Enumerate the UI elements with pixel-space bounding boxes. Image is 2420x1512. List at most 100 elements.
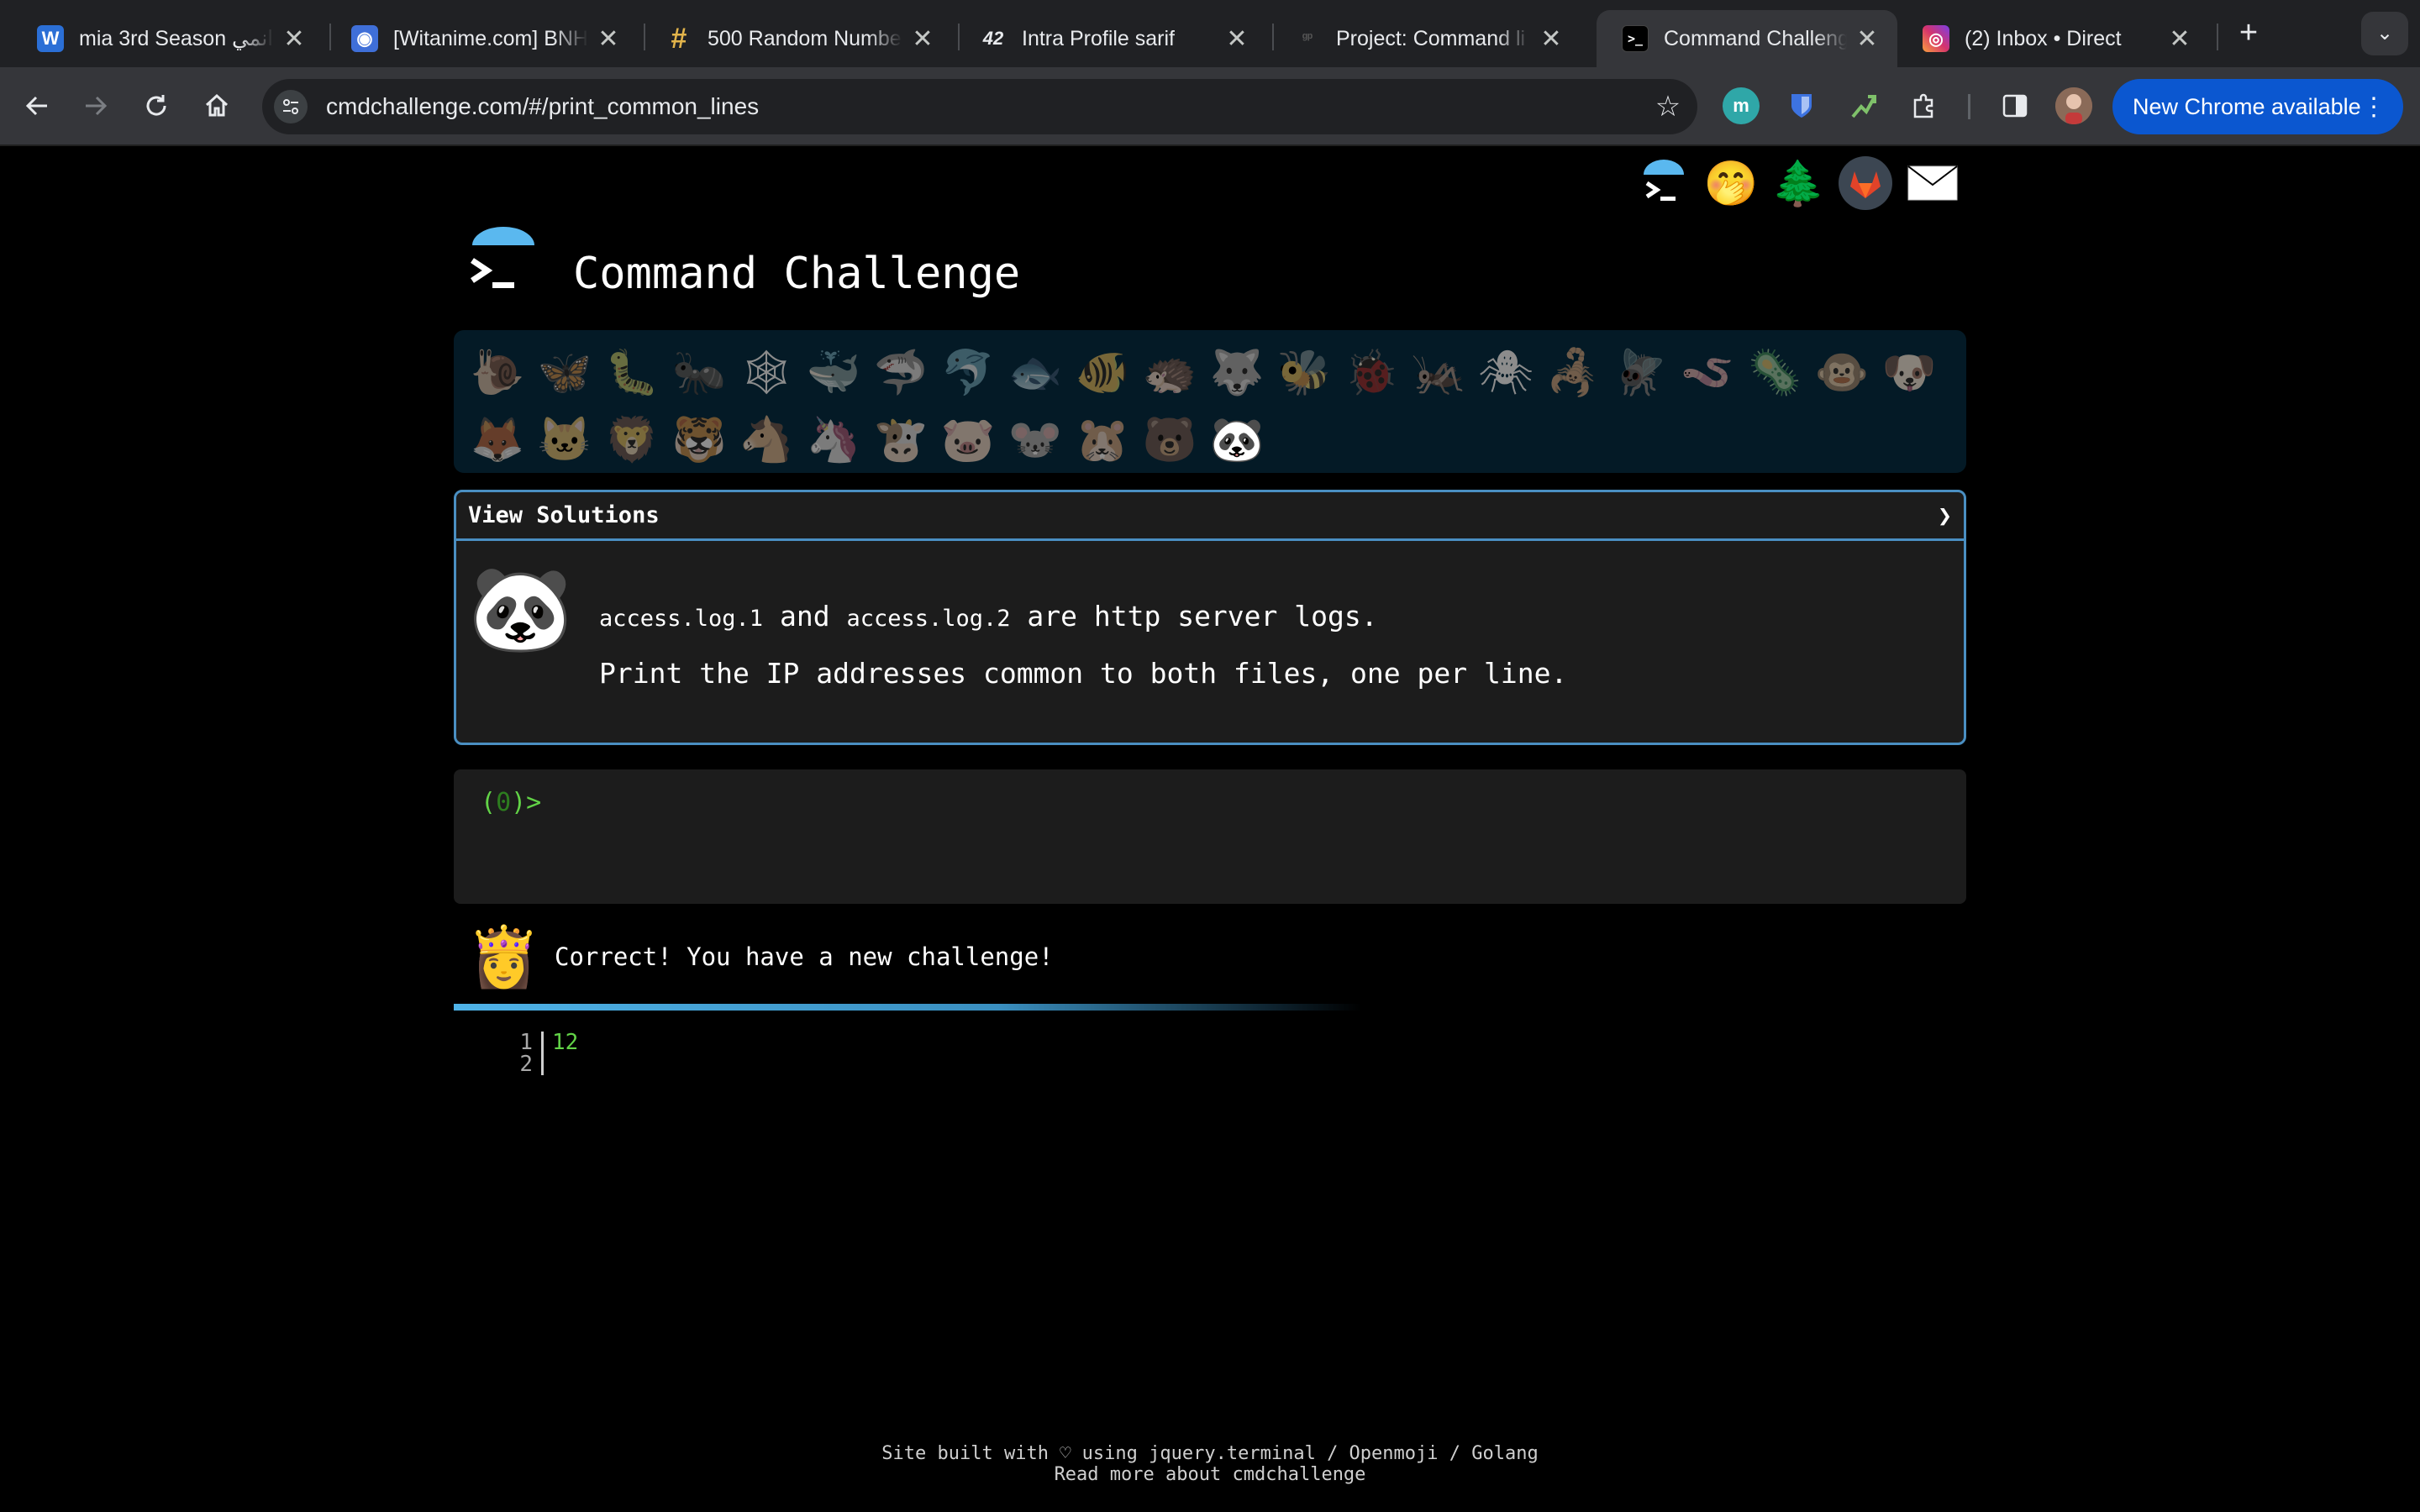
witanime-favicon-icon: W: [37, 25, 64, 52]
toolbar-divider: [1968, 94, 1970, 119]
hint-emoji-icon[interactable]: 🤭: [1704, 156, 1759, 210]
site-logo[interactable]: [467, 227, 539, 299]
challenge-icon[interactable]: 🐷: [934, 406, 1002, 473]
challenge-icon[interactable]: 🐱: [531, 406, 598, 473]
home-button[interactable]: [195, 84, 239, 128]
challenge-icon[interactable]: 🐯: [666, 406, 733, 473]
address-bar[interactable]: cmdchallenge.com/#/print_common_lines ☆: [262, 79, 1697, 134]
challenge-icon[interactable]: 🦈: [867, 339, 934, 406]
gutter: [541, 1032, 544, 1053]
tree-icon[interactable]: 🌲: [1771, 156, 1826, 210]
url-text[interactable]: cmdchallenge.com/#/print_common_lines: [326, 93, 1647, 120]
tab-title: (2) Inbox • Direct: [1965, 26, 2122, 50]
terminal-link-icon[interactable]: [1637, 156, 1691, 210]
close-tab-icon[interactable]: ✕: [2166, 24, 2193, 54]
challenge-icon[interactable]: 🐟: [1002, 339, 1069, 406]
challenge-icon[interactable]: 🦁: [598, 406, 666, 473]
challenge-icon[interactable]: 🐝: [1270, 339, 1338, 406]
witanime-favicon-icon: ◉: [351, 25, 378, 52]
close-tab-icon[interactable]: ✕: [595, 24, 622, 54]
bitwarden-extension-icon[interactable]: [1783, 87, 1820, 124]
tab-witanime-2[interactable]: ◉ [Witanime.com] BNH ✕: [326, 10, 639, 67]
tab-strip: W mia 3rd Season انمي ✕ ◉ [Witanime.com]…: [0, 0, 2420, 67]
email-icon[interactable]: [1906, 156, 1960, 210]
gitlab-icon[interactable]: [1839, 156, 1892, 210]
and-text: and: [779, 600, 830, 633]
challenge-icon[interactable]: 🐠: [1069, 339, 1136, 406]
close-tab-icon[interactable]: ✕: [909, 24, 936, 54]
challenge-icon[interactable]: 🕷: [1472, 339, 1539, 406]
challenge-icon[interactable]: 🦂: [1539, 339, 1607, 406]
terminal-input[interactable]: (0)>: [454, 769, 1966, 904]
challenge-icon[interactable]: 🐶: [1876, 339, 1943, 406]
tab-intra-profile[interactable]: 42 Intra Profile sarif ✕: [955, 10, 1267, 67]
tab-title: Project: Command li: [1336, 26, 1526, 50]
close-tab-icon[interactable]: ✕: [1223, 24, 1250, 54]
challenge-icon[interactable]: 🐮: [867, 406, 934, 473]
challenge-icon[interactable]: 🦋: [531, 339, 598, 406]
terminal-favicon-icon: >_: [1622, 25, 1649, 52]
site-settings-icon[interactable]: [274, 90, 308, 123]
tab-title: Command Challenge: [1664, 26, 1847, 50]
extension-m-icon[interactable]: m: [1723, 87, 1760, 124]
chart-extension-icon[interactable]: [1845, 87, 1882, 124]
tab-witanime-1[interactable]: W mia 3rd Season انمي ✕: [12, 10, 324, 67]
challenge-icon[interactable]: 🕸: [733, 339, 800, 406]
challenge-icon[interactable]: 🐭: [1002, 406, 1069, 473]
result-message: 👸 Correct! You have a new challenge!: [467, 919, 1053, 995]
challenge-icon[interactable]: 🐛: [598, 339, 666, 406]
challenge-current-icon[interactable]: 🐼: [1203, 406, 1270, 473]
shield-icon: [1791, 94, 1812, 118]
challenge-icon[interactable]: 🐵: [1808, 339, 1876, 406]
project-favicon-icon: ᵍᵖ: [1302, 31, 1313, 45]
profile-avatar[interactable]: [2055, 87, 2092, 124]
page-content: 🤭 🌲 Command Challenge 🐌 🦋 🐛 🐜 🕸 🐳 🦈 🐬 🐟 🐠 🦔 🐺 🐝 🐞 🦗 🕷 🦂 🪰…: [0, 148, 2420, 1512]
challenge-icon[interactable]: 🐞: [1338, 339, 1405, 406]
side-panel-button[interactable]: [1996, 87, 2033, 124]
challenge-icon[interactable]: 🪱: [1674, 339, 1741, 406]
challenge-icon[interactable]: 🦄: [800, 406, 867, 473]
progress-bar: [454, 1004, 1966, 1011]
extensions-puzzle-icon[interactable]: [1906, 87, 1943, 124]
challenge-icon[interactable]: 🦔: [1136, 339, 1203, 406]
challenge-icon[interactable]: 🐳: [800, 339, 867, 406]
challenge-icon[interactable]: 🐴: [733, 406, 800, 473]
close-tab-icon[interactable]: ✕: [1854, 24, 1881, 54]
more-menu-icon[interactable]: ⋮: [2361, 92, 2386, 122]
update-label: New Chrome available: [2133, 93, 2361, 119]
challenge-icon[interactable]: 🐬: [934, 339, 1002, 406]
challenge-icon[interactable]: 🦗: [1405, 339, 1472, 406]
challenge-icon[interactable]: 🦊: [464, 406, 531, 473]
bookmark-star-icon[interactable]: ☆: [1647, 90, 1689, 123]
tab-instagram-inbox[interactable]: ◎ (2) Inbox • Direct ✕: [1897, 10, 2210, 67]
filename-1: access.log.1: [599, 606, 764, 632]
footer-about-link[interactable]: Read more about cmdchallenge: [0, 1464, 2420, 1485]
close-tab-icon[interactable]: ✕: [1538, 24, 1565, 54]
tab-search-button[interactable]: ⌄: [2361, 12, 2408, 55]
challenge-icon[interactable]: 🐹: [1069, 406, 1136, 473]
view-solutions-toggle[interactable]: View Solutions ❯: [456, 492, 1964, 541]
challenge-icon[interactable]: 🐺: [1203, 339, 1270, 406]
challenge-icon[interactable]: 🪰: [1607, 339, 1674, 406]
tab-title: [Witanime.com] BNH: [393, 26, 588, 50]
close-tab-icon[interactable]: ✕: [281, 24, 308, 54]
back-button[interactable]: [15, 84, 59, 128]
reload-button[interactable]: [134, 84, 178, 128]
gutter: [541, 1053, 544, 1075]
command-output: 1 12 2: [504, 1032, 578, 1075]
new-tab-button[interactable]: +: [2232, 17, 2265, 50]
terminal-prompt: (0)>: [481, 788, 541, 817]
challenge-icon[interactable]: 🦠: [1741, 339, 1808, 406]
challenge-icon[interactable]: 🐜: [666, 339, 733, 406]
challenge-icon[interactable]: 🐌: [464, 339, 531, 406]
tab-random-numbers[interactable]: # 500 Random Numbe ✕: [640, 10, 953, 67]
tab-command-challenge[interactable]: >_ Command Challenge ✕: [1597, 10, 1897, 67]
tab-project-command-line[interactable]: ᵍᵖ Project: Command li ✕: [1269, 10, 1581, 67]
tab-title: mia 3rd Season انمي: [79, 27, 274, 50]
line-number: 2: [519, 1052, 533, 1077]
forward-button[interactable]: [74, 84, 118, 128]
puzzle-icon: [1913, 93, 1933, 118]
tab-separator: [2217, 24, 2218, 50]
chrome-update-button[interactable]: New Chrome available ⋮: [2112, 79, 2403, 134]
challenge-icon[interactable]: 🐻: [1136, 406, 1203, 473]
